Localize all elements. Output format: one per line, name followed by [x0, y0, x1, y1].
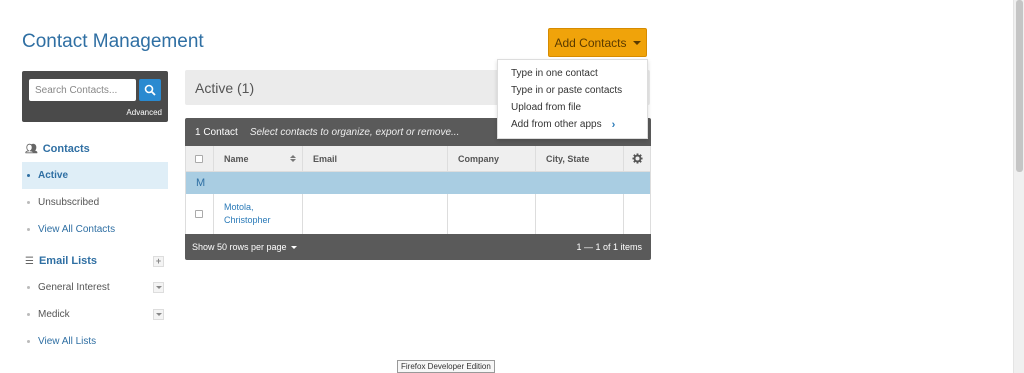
column-header-company[interactable]: Company: [448, 146, 536, 171]
vertical-scrollbar[interactable]: [1013, 0, 1024, 373]
column-header-city-state[interactable]: City, State: [536, 146, 624, 171]
row-actions-cell: [624, 194, 650, 234]
column-header-email[interactable]: Email: [303, 146, 448, 171]
email-lists-nav: ☰ Email Lists + General Interest Medick …: [22, 248, 168, 355]
sidebar-item-label: Active: [38, 170, 69, 181]
toolbar-hint: Select contacts to organize, export or r…: [249, 126, 460, 138]
pagination-summary: 1 — 1 of 1 items: [576, 242, 642, 252]
sidebar-item-view-all-contacts[interactable]: View All Contacts: [22, 216, 168, 243]
row-select-cell: [186, 194, 214, 234]
table-footer: Show 50 rows per page 1 — 1 of 1 items: [185, 234, 651, 260]
menu-item-paste[interactable]: Type in or paste contacts: [498, 82, 647, 99]
browser-tooltip: Firefox Developer Edition: [397, 360, 495, 373]
bullet-icon: [27, 228, 30, 231]
sidebar-item-general-interest[interactable]: General Interest: [22, 274, 168, 301]
sidebar-item-label: Medick: [38, 309, 70, 320]
table-row[interactable]: Motola, Christopher: [186, 194, 650, 234]
bullet-icon: [27, 201, 30, 204]
chevron-right-icon: ›: [611, 118, 616, 131]
bullet-icon: [27, 340, 30, 343]
contacts-heading[interactable]: 👥︎ Contacts: [22, 136, 168, 162]
caret-down-icon: [155, 313, 162, 316]
people-icon: 👥︎: [25, 143, 38, 155]
sidebar-item-unsubscribed[interactable]: Unsubscribed: [22, 189, 168, 216]
bullet-icon: [27, 174, 30, 177]
add-list-button[interactable]: +: [153, 255, 164, 267]
advanced-search-link[interactable]: Advanced: [126, 108, 162, 117]
header-select-cell: [186, 146, 214, 171]
email-lists-heading[interactable]: ☰ Email Lists +: [22, 248, 168, 274]
page-title: Contact Management: [22, 31, 204, 52]
name-cell: Motola, Christopher: [214, 194, 303, 234]
contact-count: 1 Contact: [195, 126, 238, 138]
contacts-table: Name Email Company City, State M Motola,…: [185, 146, 651, 234]
city-state-cell: [536, 194, 624, 234]
gear-icon: [631, 153, 643, 164]
search-input[interactable]: [29, 79, 136, 101]
bullet-icon: [27, 313, 30, 316]
menu-item-type-one[interactable]: Type in one contact: [498, 65, 647, 82]
contacts-nav: 👥︎ Contacts Active Unsubscribed View All…: [22, 136, 168, 243]
search-icon: [144, 84, 156, 96]
list-icon: ☰: [25, 255, 34, 267]
column-header-label: City, State: [546, 153, 590, 164]
sidebar-item-label: Unsubscribed: [38, 197, 100, 208]
caret-down-icon: [290, 245, 297, 249]
column-header-label: Name: [224, 153, 249, 164]
sidebar-item-view-all-lists[interactable]: View All Lists: [22, 328, 168, 355]
menu-item-upload[interactable]: Upload from file: [498, 99, 647, 116]
table-header: Name Email Company City, State: [186, 146, 650, 172]
list-options-button[interactable]: [153, 282, 164, 293]
group-letter: M: [196, 177, 206, 189]
rows-per-page-select[interactable]: Show 50 rows per page: [192, 242, 297, 252]
menu-item-other-apps[interactable]: Add from other apps ›: [498, 116, 647, 133]
scrollbar-thumb[interactable]: [1016, 0, 1023, 172]
sidebar-item-active[interactable]: Active: [22, 162, 168, 189]
select-all-checkbox[interactable]: [195, 154, 203, 163]
list-options-button[interactable]: [153, 309, 164, 320]
search-button[interactable]: [139, 79, 161, 101]
active-title: Active (1): [195, 79, 255, 96]
column-header-name[interactable]: Name: [214, 146, 303, 171]
row-checkbox[interactable]: [195, 210, 203, 218]
group-row: M: [186, 172, 650, 194]
menu-item-other-apps-label: Add from other apps: [511, 119, 602, 130]
email-cell: [303, 194, 448, 234]
sidebar-item-label: View All Lists: [38, 336, 97, 347]
bullet-icon: [27, 286, 30, 289]
add-contacts-menu: Type in one contact Type in or paste con…: [497, 59, 648, 139]
email-lists-heading-label: Email Lists: [38, 255, 98, 267]
sort-icon: [290, 155, 296, 162]
sidebar-item-label: General Interest: [38, 282, 110, 293]
contact-name-link[interactable]: Motola, Christopher: [224, 201, 302, 227]
caret-down-icon: [632, 40, 641, 45]
add-contacts-button[interactable]: Add Contacts: [548, 28, 647, 57]
add-contacts-label: Add Contacts: [554, 35, 627, 50]
column-header-label: Company: [458, 153, 500, 164]
company-cell: [448, 194, 536, 234]
search-panel: Advanced: [22, 71, 168, 122]
column-settings-button[interactable]: [624, 146, 650, 171]
rows-per-page-label: Show 50 rows per page: [192, 242, 287, 252]
caret-down-icon: [155, 286, 162, 289]
sidebar-item-label: View All Contacts: [38, 224, 116, 235]
sidebar-item-medick[interactable]: Medick: [22, 301, 168, 328]
column-header-label: Email: [313, 153, 338, 164]
contacts-heading-label: Contacts: [42, 143, 90, 155]
